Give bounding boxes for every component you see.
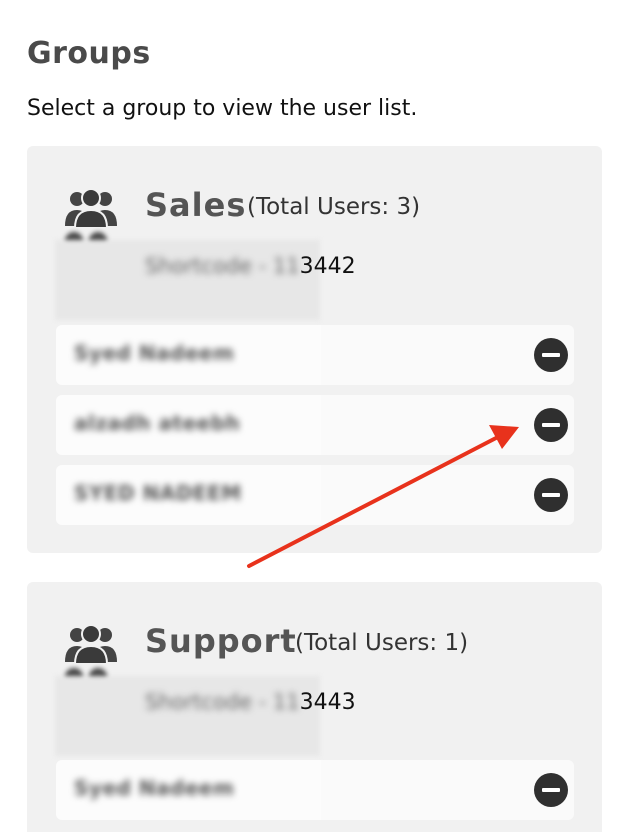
group-user-count: (Total Users: 3) [247,194,421,220]
member-name: Syed Nadeem [74,776,235,800]
remove-member-button[interactable] [534,773,568,807]
group-name: Sales [145,186,247,224]
member-row[interactable]: alzadh ateebh [56,395,574,455]
page-subtitle: Select a group to view the user list. [27,96,418,121]
member-row[interactable]: SYED NADEEM [56,465,574,525]
shortcode-label-blurred: Shortcode - 11 [145,690,300,714]
group-name: Support [145,622,297,660]
member-row[interactable]: Syed Nadeem [56,760,574,820]
users-group-icon [65,624,117,664]
member-name: SYED NADEEM [74,481,242,505]
member-name: alzadh ateebh [74,411,241,435]
remove-member-button[interactable] [534,408,568,442]
group-card-sales[interactable]: Sales (Total Users: 3) Shortcode - 11 34… [27,146,602,553]
shortcode-value: 3443 [299,689,356,715]
member-row[interactable]: Syed Nadeem [56,325,574,385]
users-group-icon [65,188,117,228]
group-card-support[interactable]: Support (Total Users: 1) Shortcode - 11 … [27,582,602,832]
shortcode-value: 3442 [299,253,356,279]
remove-member-button[interactable] [534,338,568,372]
page-title: Groups [27,36,151,71]
member-name: Syed Nadeem [74,341,235,365]
group-user-count: (Total Users: 1) [295,630,469,656]
shortcode-label-blurred: Shortcode - 11 [145,254,300,278]
shortcode: Shortcode - 11 3443 [145,686,356,718]
remove-member-button[interactable] [534,478,568,512]
shortcode: Shortcode - 11 3442 [145,250,356,282]
